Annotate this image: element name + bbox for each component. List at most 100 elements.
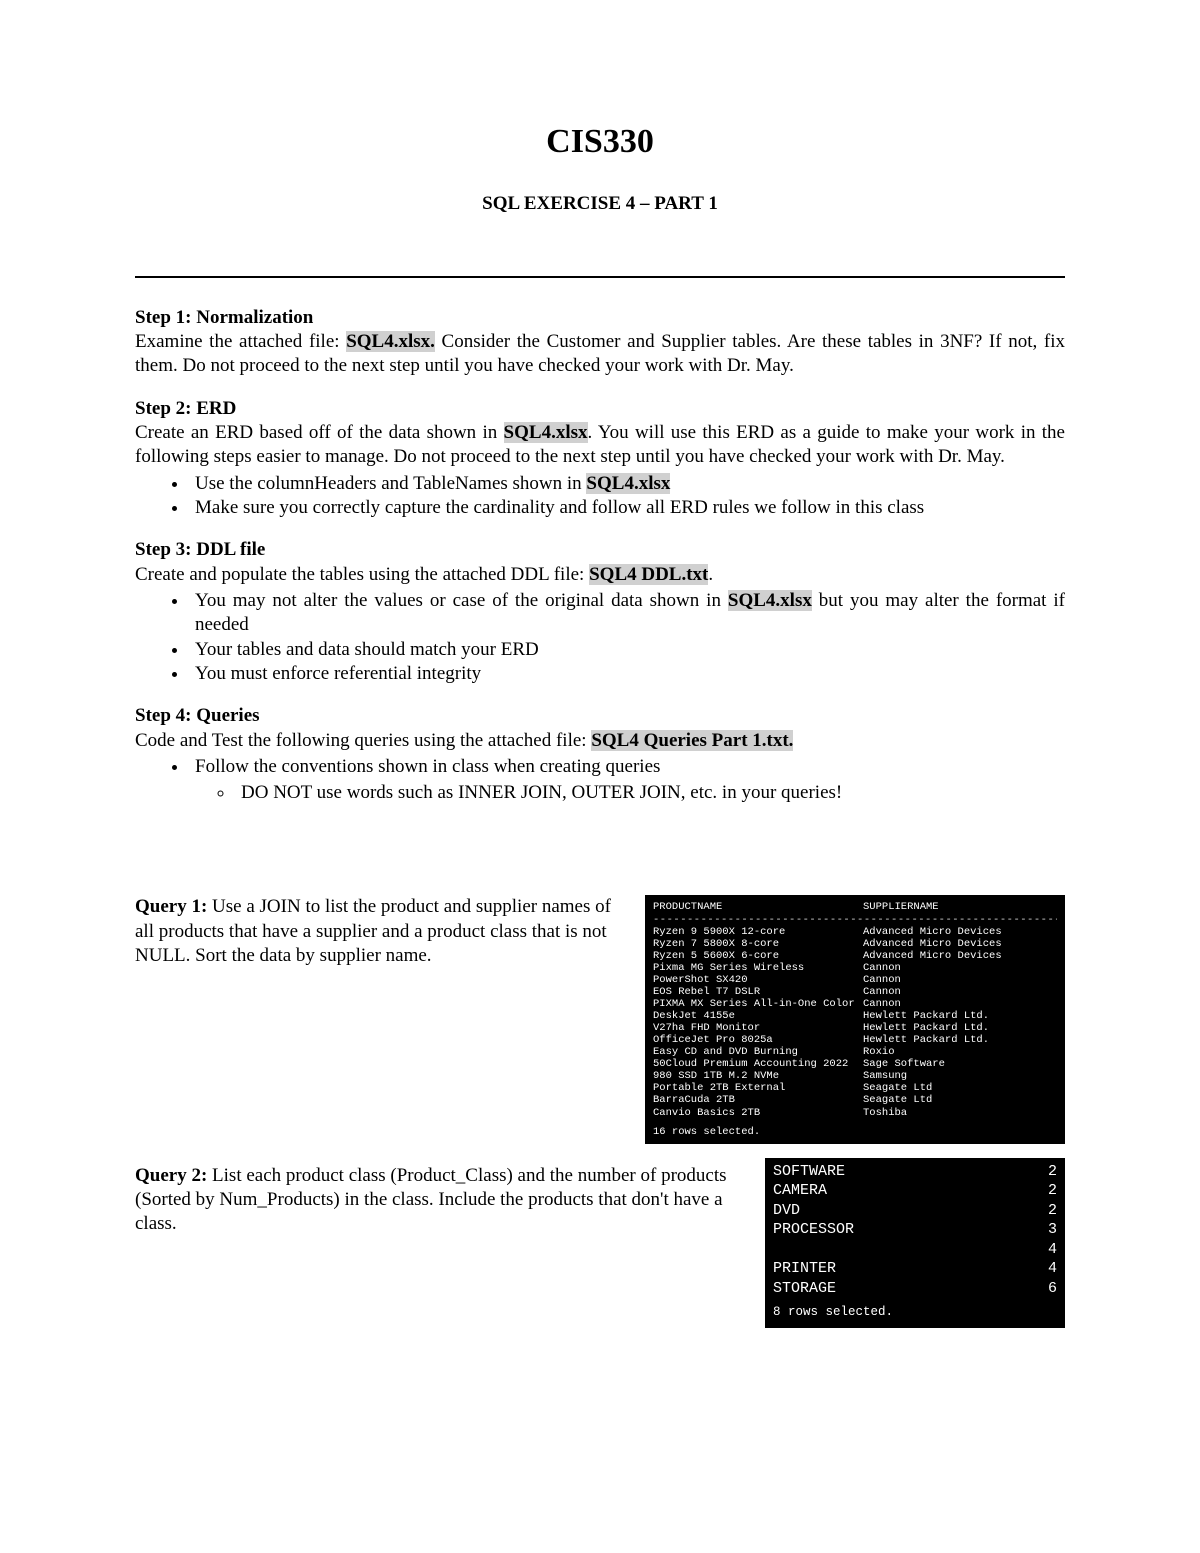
list-item: You must enforce referential integrity	[189, 662, 1065, 686]
table-row: Ryzen 5 5600X 6-coreAdvanced Micro Devic…	[653, 950, 1057, 962]
cell-product: Easy CD and DVD Burning	[653, 1046, 863, 1058]
cell-supplier: Samsung	[863, 1070, 1057, 1082]
file-ref: SQL4.xlsx	[504, 422, 588, 443]
dash-row: ----------------------------------------…	[653, 914, 1057, 926]
cell-class: PRINTER	[773, 1259, 836, 1279]
cell-product: BarraCuda 2TB	[653, 1094, 863, 1106]
query2-text: Query 2: List each product class (Produc…	[135, 1164, 741, 1237]
bullet-text: Follow the conventions shown in class wh…	[195, 756, 660, 777]
cell-product: Ryzen 7 5800X 8-core	[653, 938, 863, 950]
cell-supplier: Toshiba	[863, 1107, 1057, 1119]
col-header-suppliername: SUPPLIERNAME	[863, 901, 1057, 913]
table-row: STORAGE 6	[773, 1279, 1057, 1299]
table-row: Easy CD and DVD BurningRoxio	[653, 1046, 1057, 1058]
step1-body: Examine the attached file: SQL4.xlsx. Co…	[135, 330, 1065, 379]
table-row: Ryzen 7 5800X 8-coreAdvanced Micro Devic…	[653, 938, 1057, 950]
table-row: CAMERA 2	[773, 1181, 1057, 1201]
step2-heading: Step 2: ERD	[135, 397, 1065, 421]
list-item: DO NOT use words such as INNER JOIN, OUT…	[235, 781, 1065, 805]
file-ref: SQL4.xlsx.	[346, 331, 435, 352]
cell-supplier: Cannon	[863, 974, 1057, 986]
cell-supplier: Advanced Micro Devices	[863, 938, 1057, 950]
subbullet-text: DO NOT use words such as INNER JOIN, OUT…	[241, 782, 842, 803]
list-item: Your tables and data should match your E…	[189, 638, 1065, 662]
table-row: BarraCuda 2TBSeagate Ltd	[653, 1094, 1057, 1106]
cell-supplier: Cannon	[863, 998, 1057, 1010]
step4-prefix: Code and Test the following queries usin…	[135, 730, 591, 751]
cell-product: Canvio Basics 2TB	[653, 1107, 863, 1119]
table-row: SOFTWARE 2	[773, 1162, 1057, 1182]
list-item: Use the columnHeaders and TableNames sho…	[189, 472, 1065, 496]
bullet-prefix: You must enforce referential integrity	[195, 663, 481, 684]
query2-output: SOFTWARE2CAMERA2DVD2PROCESSOR34PRINTER4S…	[765, 1158, 1065, 1329]
cell-count: 4	[1027, 1240, 1057, 1260]
table-row: DVD2	[773, 1201, 1057, 1221]
table-row: V27ha FHD MonitorHewlett Packard Ltd.	[653, 1022, 1057, 1034]
page-title: CIS330	[135, 120, 1065, 164]
file-ref: SQL4 DDL.txt	[589, 564, 708, 585]
file-ref: SQL4.xlsx	[728, 590, 812, 611]
table-row: Ryzen 9 5900X 12-coreAdvanced Micro Devi…	[653, 926, 1057, 938]
table-row: PRINTER 4	[773, 1259, 1057, 1279]
cell-count: 4	[1027, 1259, 1057, 1279]
cell-count: 2	[1027, 1162, 1057, 1182]
cell-count: 6	[1027, 1279, 1057, 1299]
step4-body: Code and Test the following queries usin…	[135, 729, 1065, 753]
query1-text: Query 1: Use a JOIN to list the product …	[135, 895, 621, 968]
table-row: 50Cloud Premium Accounting 2022Sage Soft…	[653, 1058, 1057, 1070]
list-item: Follow the conventions shown in class wh…	[189, 755, 1065, 806]
cell-product: PIXMA MX Series All-in-One Color	[653, 998, 863, 1010]
step1-heading: Step 1: Normalization	[135, 306, 1065, 330]
cell-product: V27ha FHD Monitor	[653, 1022, 863, 1034]
list-item: Make sure you correctly capture the card…	[189, 496, 1065, 520]
cell-supplier: Cannon	[863, 986, 1057, 998]
table-row: 980 SSD 1TB M.2 NVMeSamsung	[653, 1070, 1057, 1082]
table-row: Pixma MG Series WirelessCannon	[653, 962, 1057, 974]
step4-heading: Step 4: Queries	[135, 704, 1065, 728]
query2-body: List each product class (Product_Class) …	[135, 1165, 727, 1235]
cell-count: 2	[1027, 1181, 1057, 1201]
col-header-productname: PRODUCTNAME	[653, 901, 863, 913]
step3-bullets: You may not alter the values or case of …	[135, 589, 1065, 686]
bullet-prefix: Your tables and data should match your E…	[195, 639, 539, 660]
cell-product: Ryzen 5 5600X 6-core	[653, 950, 863, 962]
cell-supplier: Hewlett Packard Ltd.	[863, 1010, 1057, 1022]
page-subtitle: SQL EXERCISE 4 – PART 1	[135, 192, 1065, 216]
cell-product: PowerShot SX420	[653, 974, 863, 986]
table-row: DeskJet 4155eHewlett Packard Ltd.	[653, 1010, 1057, 1022]
cell-product: Portable 2TB External	[653, 1082, 863, 1094]
cell-supplier: Sage Software	[863, 1058, 1057, 1070]
bullet-prefix: Use the columnHeaders and TableNames sho…	[195, 473, 586, 494]
cell-supplier: Advanced Micro Devices	[863, 950, 1057, 962]
step2-prefix: Create an ERD based off of the data show…	[135, 422, 504, 443]
cell-class: PROCESSOR	[773, 1220, 854, 1240]
table-row: Canvio Basics 2TBToshiba	[653, 1107, 1057, 1119]
query1-rowcount: 16 rows selected.	[653, 1126, 1057, 1138]
file-ref: SQL4 Queries Part 1.txt.	[591, 730, 793, 751]
cell-product: DeskJet 4155e	[653, 1010, 863, 1022]
divider	[135, 276, 1065, 278]
query1-label: Query 1:	[135, 896, 207, 917]
cell-product: Pixma MG Series Wireless	[653, 962, 863, 974]
cell-supplier: Cannon	[863, 962, 1057, 974]
table-row: 4	[773, 1240, 1057, 1260]
cell-class: SOFTWARE	[773, 1162, 845, 1182]
cell-supplier: Hewlett Packard Ltd.	[863, 1034, 1057, 1046]
cell-class: CAMERA	[773, 1181, 827, 1201]
bullet-prefix: You may not alter the values or case of …	[195, 590, 728, 611]
table-row: EOS Rebel T7 DSLRCannon	[653, 986, 1057, 998]
step3-suffix: .	[708, 564, 713, 585]
cell-supplier: Advanced Micro Devices	[863, 926, 1057, 938]
step2-body: Create an ERD based off of the data show…	[135, 421, 1065, 470]
step4-bullets: Follow the conventions shown in class wh…	[135, 755, 1065, 806]
cell-class: STORAGE	[773, 1279, 836, 1299]
cell-class: DVD	[773, 1201, 800, 1221]
cell-product: Ryzen 9 5900X 12-core	[653, 926, 863, 938]
step3-heading: Step 3: DDL file	[135, 538, 1065, 562]
query1-output: PRODUCTNAME SUPPLIERNAME ---------------…	[645, 895, 1065, 1143]
table-row: OfficeJet Pro 8025aHewlett Packard Ltd.	[653, 1034, 1057, 1046]
step3-prefix: Create and populate the tables using the…	[135, 564, 589, 585]
cell-product: OfficeJet Pro 8025a	[653, 1034, 863, 1046]
table-row: PowerShot SX420Cannon	[653, 974, 1057, 986]
list-item: You may not alter the values or case of …	[189, 589, 1065, 638]
